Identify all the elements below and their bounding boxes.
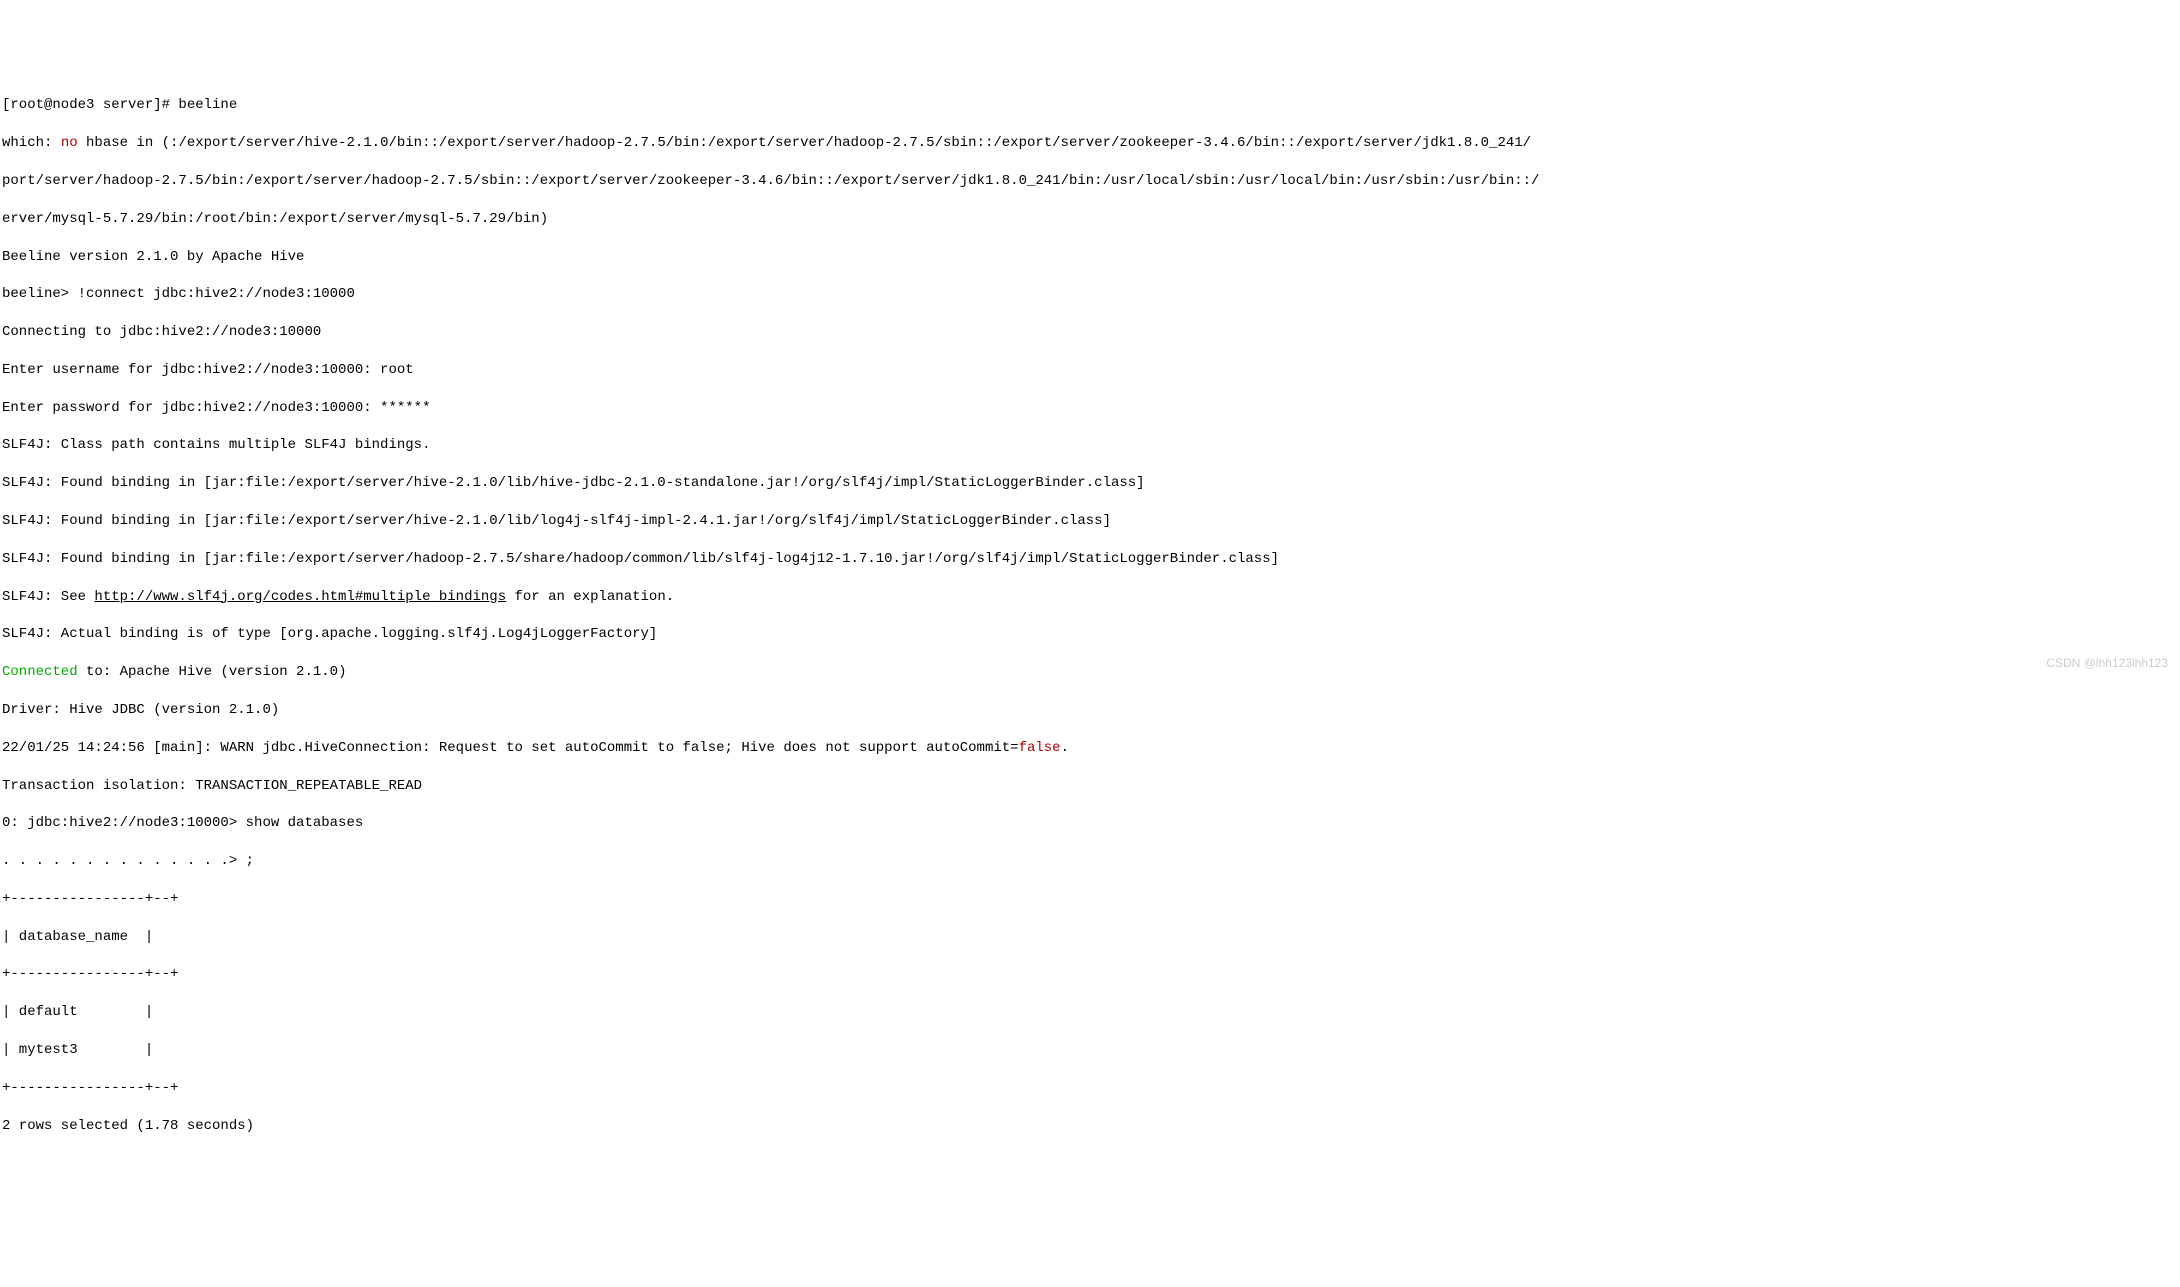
sql-continuation-line: . . . . . . . . . . . . . .> ; xyxy=(2,852,2180,871)
table-row: | default | xyxy=(2,1003,2180,1022)
slf4j-line: SLF4J: Actual binding is of type [org.ap… xyxy=(2,625,2180,644)
false-keyword: false xyxy=(1019,740,1061,756)
path-continuation: port/server/hadoop-2.7.5/bin:/export/ser… xyxy=(2,172,2180,191)
sql-prompt-line: 0: jdbc:hive2://node3:10000> show databa… xyxy=(2,814,2180,833)
shell-prompt-line: [root@node3 server]# beeline xyxy=(2,96,2180,115)
table-border: +----------------+--+ xyxy=(2,1079,2180,1098)
slf4j-line: SLF4J: Found binding in [jar:file:/expor… xyxy=(2,550,2180,569)
which-line: which: no hbase in (:/export/server/hive… xyxy=(2,134,2180,153)
connected-line: Connected to: Apache Hive (version 2.1.0… xyxy=(2,663,2180,682)
slf4j-line: SLF4J: Found binding in [jar:file:/expor… xyxy=(2,474,2180,493)
table-header: | database_name | xyxy=(2,928,2180,947)
path-continuation: erver/mysql-5.7.29/bin:/root/bin:/export… xyxy=(2,210,2180,229)
slf4j-see-line: SLF4J: See http://www.slf4j.org/codes.ht… xyxy=(2,588,2180,607)
transaction-line: Transaction isolation: TRANSACTION_REPEA… xyxy=(2,777,2180,796)
slf4j-line: SLF4J: Found binding in [jar:file:/expor… xyxy=(2,512,2180,531)
slf4j-url: http://www.slf4j.org/codes.html#multiple… xyxy=(94,589,506,605)
beeline-version: Beeline version 2.1.0 by Apache Hive xyxy=(2,248,2180,267)
watermark: CSDN @lhh123lhh123 xyxy=(2046,655,2168,671)
username-prompt: Enter username for jdbc:hive2://node3:10… xyxy=(2,361,2180,380)
password-prompt: Enter password for jdbc:hive2://node3:10… xyxy=(2,399,2180,418)
connecting-line: Connecting to jdbc:hive2://node3:10000 xyxy=(2,323,2180,342)
warn-line: 22/01/25 14:24:56 [main]: WARN jdbc.Hive… xyxy=(2,739,2180,758)
rows-selected: 2 rows selected (1.78 seconds) xyxy=(2,1117,2180,1136)
table-border: +----------------+--+ xyxy=(2,890,2180,909)
beeline-connect-cmd: beeline> !connect jdbc:hive2://node3:100… xyxy=(2,285,2180,304)
connected-keyword: Connected xyxy=(2,664,78,680)
table-border: +----------------+--+ xyxy=(2,965,2180,984)
table-row: | mytest3 | xyxy=(2,1041,2180,1060)
terminal-output[interactable]: [root@node3 server]# beeline which: no h… xyxy=(2,78,2180,1155)
no-keyword: no xyxy=(61,135,78,151)
driver-line: Driver: Hive JDBC (version 2.1.0) xyxy=(2,701,2180,720)
slf4j-line: SLF4J: Class path contains multiple SLF4… xyxy=(2,436,2180,455)
